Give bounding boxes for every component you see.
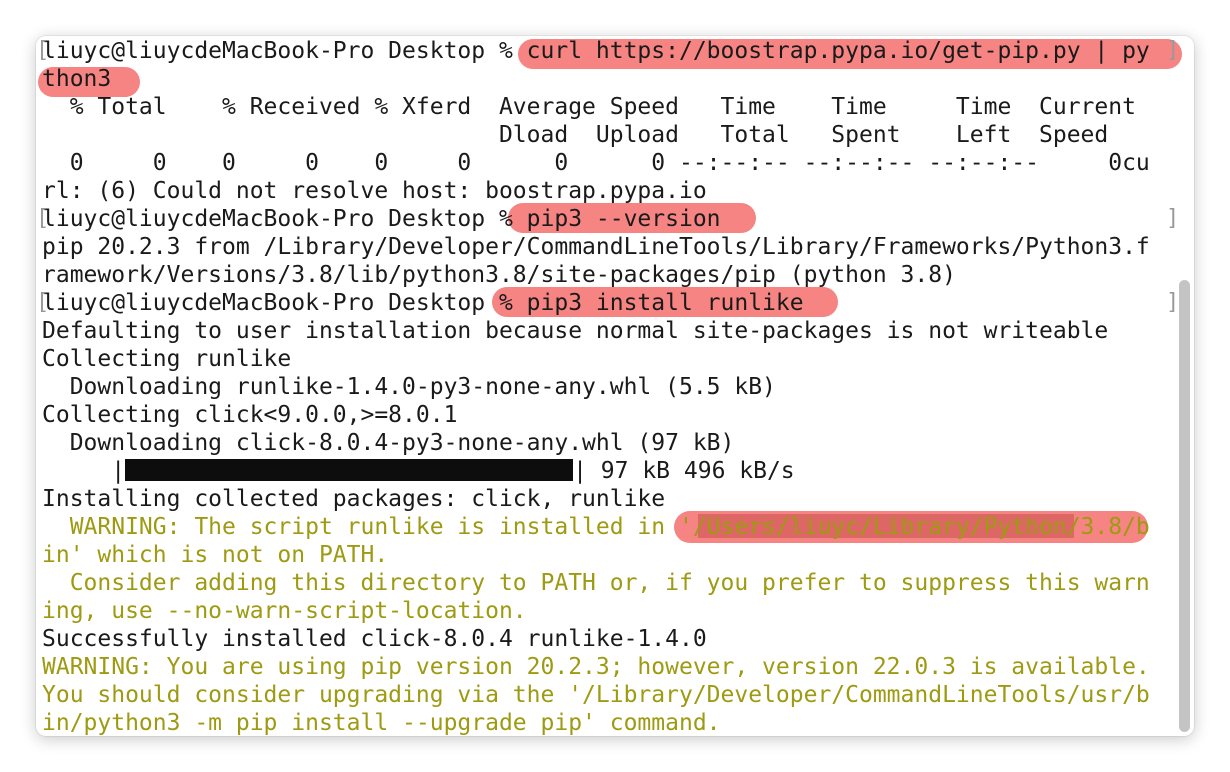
- line-prompt-curl: liuyc@liuycdeMacBook-Pro Desktop % curl …: [42, 37, 1150, 65]
- line-pip-version-1: pip 20.2.3 from /Library/Developer/Comma…: [42, 234, 1150, 260]
- line-curl-header-1: % Total % Received % Xferd Average Speed…: [42, 94, 1136, 120]
- line-warning-path-2: in' which is not on PATH.: [42, 542, 389, 568]
- line-warning-path-1: WARNING: The script runlike is installed…: [42, 514, 1150, 540]
- terminal-output[interactable]: liuyc@liuycdeMacBook-Pro Desktop % curl …: [42, 36, 1172, 736]
- line-download-progress: | | 97 kB 496 kB/s: [42, 458, 795, 484]
- line-warning-upgrade-3: in/python3 -m pip install --upgrade pip'…: [42, 710, 721, 736]
- mark-bracket-left: [: [36, 38, 50, 63]
- prompt: liuyc@liuycdeMacBook-Pro Desktop %: [42, 206, 527, 232]
- prompt: liuyc@liuycdeMacBook-Pro Desktop %: [42, 290, 527, 316]
- line-curl-wrap: thon3: [42, 66, 112, 92]
- mark-bracket-right: ]: [1166, 290, 1180, 315]
- line-defaulting: Defaulting to user installation because …: [42, 318, 1109, 344]
- command-curl: curl https://boostrap.pypa.io/get-pip.py…: [526, 38, 1150, 64]
- line-prompt-pip-version: liuyc@liuycdeMacBook-Pro Desktop % pip3 …: [42, 205, 721, 233]
- vertical-scrollbar[interactable]: [1179, 280, 1190, 732]
- line-installing: Installing collected packages: click, ru…: [42, 486, 666, 512]
- line-curl-progress: 0 0 0 0 0 0 0 0 --:--:-- --:--:-- --:--:…: [42, 150, 1150, 176]
- line-warning-upgrade-2: You should consider upgrading via the '/…: [42, 682, 1150, 708]
- mark-bracket-left: [: [36, 290, 50, 315]
- line-collecting-runlike: Collecting runlike: [42, 346, 292, 372]
- command-pip-version: pip3 --version: [526, 206, 721, 232]
- line-success: Successfully installed click-8.0.4 runli…: [42, 626, 707, 652]
- mark-bracket-left: [: [36, 206, 50, 231]
- download-progress-bar: [125, 458, 574, 481]
- mark-bracket-right: ]: [1166, 206, 1180, 231]
- line-warning-upgrade-1: WARNING: You are using pip version 20.2.…: [42, 654, 1150, 680]
- line-warning-consider-2: ing, use --no-warn-script-location.: [42, 598, 527, 624]
- line-pip-version-2: ramework/Versions/3.8/lib/python3.8/site…: [42, 262, 956, 288]
- line-collecting-click: Collecting click<9.0.0,>=8.0.1: [42, 402, 458, 428]
- line-prompt-pip-install: liuyc@liuycdeMacBook-Pro Desktop % pip3 …: [42, 289, 804, 317]
- mark-bracket-right: ]: [1166, 38, 1180, 63]
- command-pip-install: pip3 install runlike: [526, 290, 804, 316]
- line-curl-header-2: Dload Upload Total Spent Left Speed: [42, 122, 1109, 148]
- line-downloading-click: Downloading click-8.0.4-py3-none-any.whl…: [42, 430, 735, 456]
- line-curl-error: rl: (6) Could not resolve host: boostrap…: [42, 178, 707, 204]
- terminal-window: liuyc@liuycdeMacBook-Pro Desktop % curl …: [36, 36, 1194, 736]
- prompt: liuyc@liuycdeMacBook-Pro Desktop %: [42, 38, 527, 64]
- line-downloading-runlike: Downloading runlike-1.4.0-py3-none-any.w…: [42, 374, 776, 400]
- line-warning-consider-1: Consider adding this directory to PATH o…: [42, 570, 1150, 596]
